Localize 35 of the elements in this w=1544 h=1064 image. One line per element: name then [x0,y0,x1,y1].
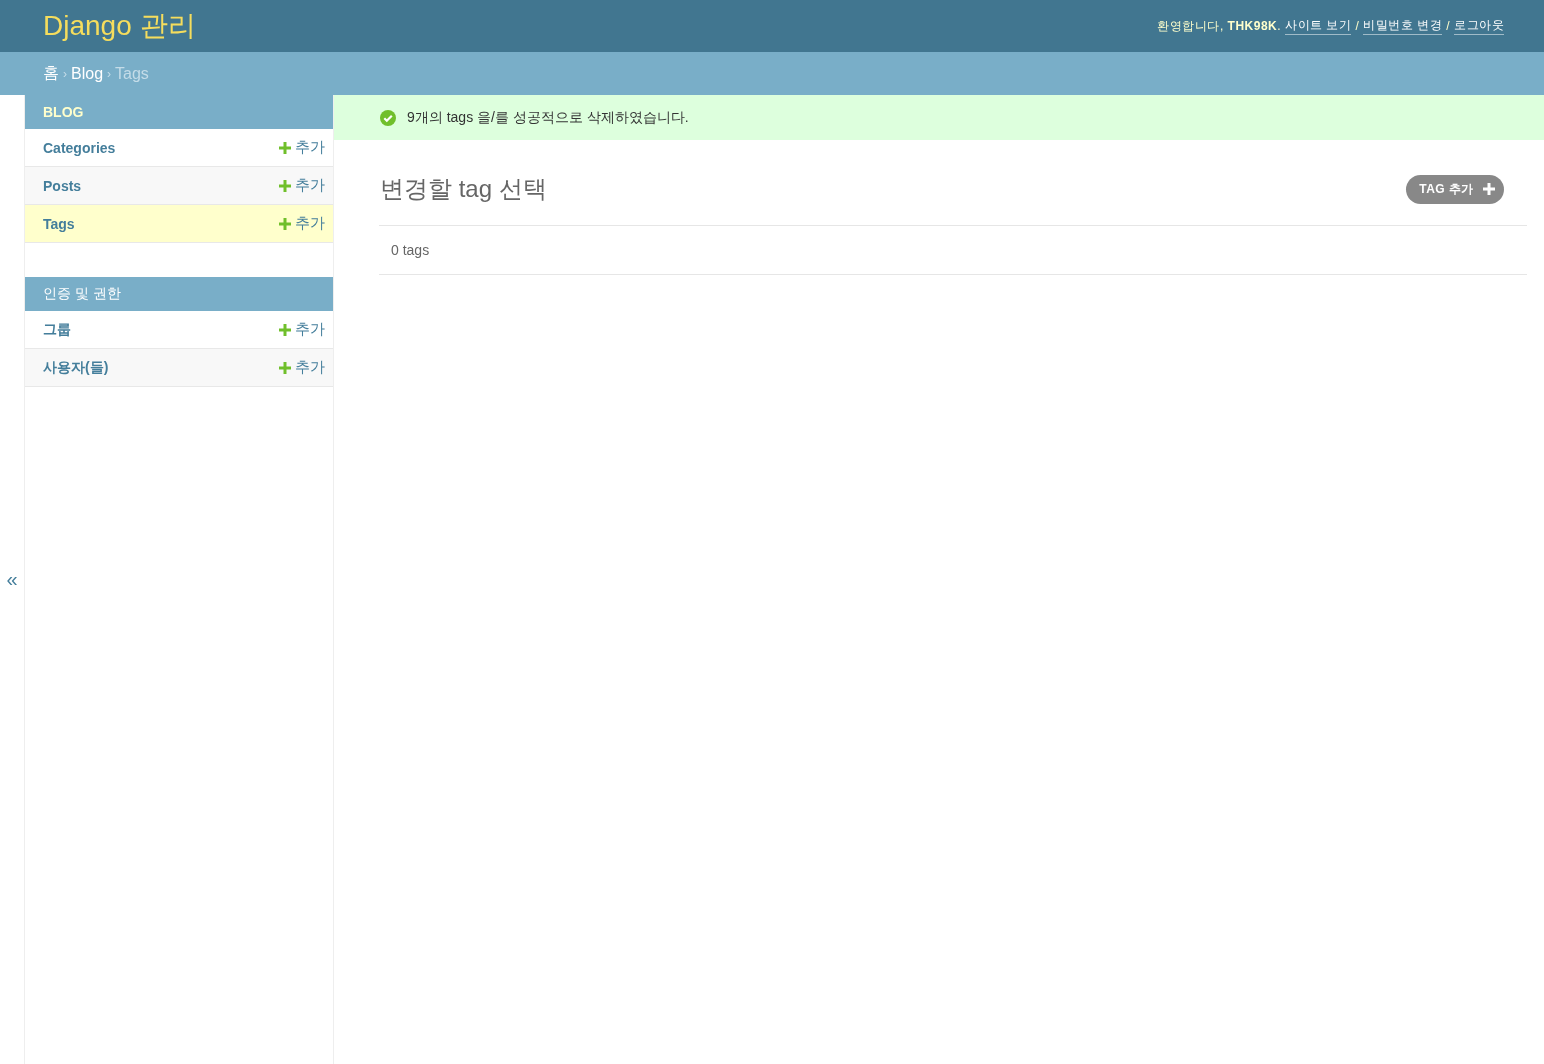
header-link[interactable]: 비밀번호 변경 [1363,17,1443,35]
model-link[interactable]: Posts [43,177,82,194]
check-circle-icon [380,109,396,126]
module-caption[interactable]: BLOG [25,95,333,129]
add-link[interactable]: 추가 [279,214,325,233]
model-link[interactable]: Categories [43,139,116,156]
add-link[interactable]: 추가 [279,320,325,339]
breadcrumb-link[interactable]: 홈 [43,63,59,84]
model-link[interactable]: Tags [43,215,75,232]
plus-icon [279,179,291,192]
add-link[interactable]: 추가 [279,138,325,157]
add-link[interactable]: 추가 [279,358,325,377]
plus-icon [279,323,291,336]
message-text: 9개의 tags 을/를 성공적으로 삭제하였습니다. [407,108,689,127]
plus-icon [1483,183,1495,195]
page-title: 변경할 tag 선택 [380,174,547,204]
add-link[interactable]: 추가 [279,176,325,195]
plus-icon [279,217,291,230]
module-caption[interactable]: 인증 및 권한 [25,277,333,311]
plus-icon [279,361,291,374]
site-title: Django 관리 [43,9,196,43]
model-link[interactable]: 사용자(들) [43,358,109,377]
welcome-text: 환영합니다, THK98K. [1157,17,1282,35]
add-tag-button[interactable]: TAG 추가 [1406,174,1504,204]
breadcrumb-separator: › [107,66,112,81]
header-link[interactable]: 사이트 보기 [1285,17,1352,35]
breadcrumb-link[interactable]: Blog [71,64,104,83]
separator: / [1446,19,1450,33]
separator: / [1355,19,1360,33]
header-link[interactable]: 로그아웃 [1454,17,1504,35]
breadcrumb-current: Tags [115,64,149,83]
model-link[interactable]: 그룹 [43,320,71,339]
result-count: 0 tags [391,242,430,258]
plus-icon [279,141,291,154]
breadcrumb-separator: › [63,66,67,81]
